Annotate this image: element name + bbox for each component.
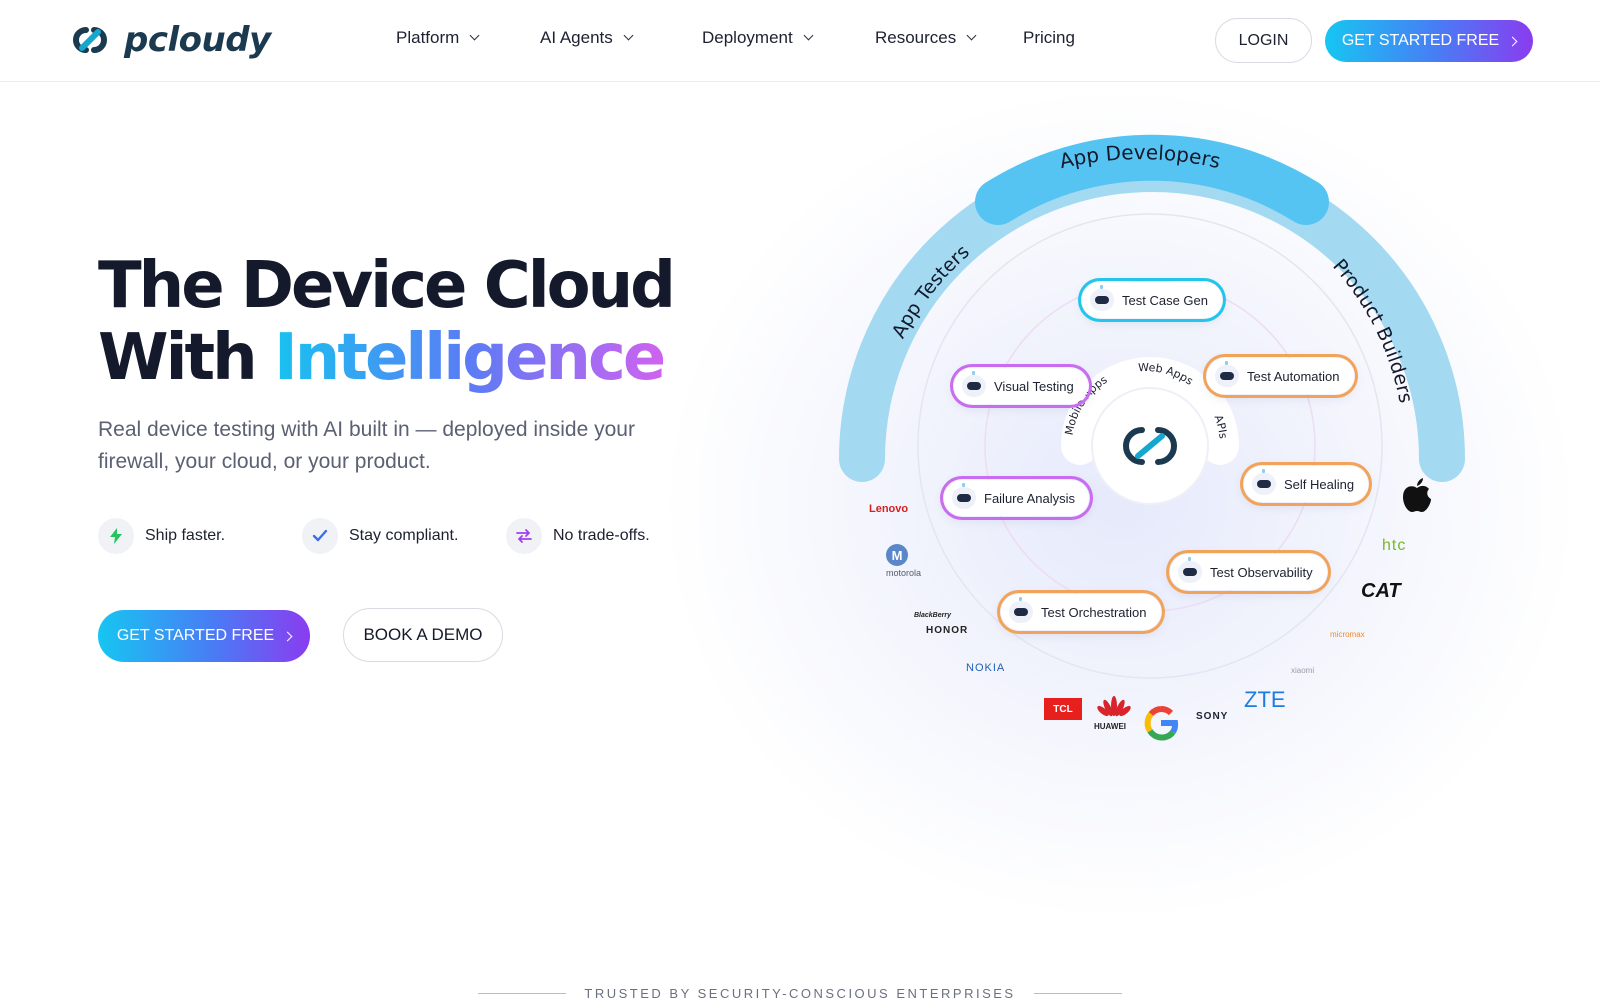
nav-item-ai-agents[interactable]: AI Agents <box>540 28 702 48</box>
agent-label: Self Healing <box>1284 476 1355 492</box>
robot-icon <box>1252 469 1276 495</box>
motorola-icon: M <box>886 544 908 566</box>
hero-get-started-button[interactable]: GET STARTED FREE <box>98 610 310 662</box>
brand-logo-sony: SONY <box>1196 711 1229 722</box>
nav-item-resources[interactable]: Resources <box>875 28 1023 48</box>
robot-icon <box>1009 597 1033 623</box>
feature-label: Stay compliant. <box>349 527 459 544</box>
book-demo-button[interactable]: BOOK A DEMO <box>343 608 503 662</box>
trusted-by-section: TRUSTED BY SECURITY-CONSCIOUS ENTERPRISE… <box>0 986 1600 1000</box>
site-header: pcloudy Platform AI Agents Deployment Re… <box>0 0 1600 82</box>
robot-icon <box>1178 557 1202 583</box>
agent-pill-failure-analysis: Failure Analysis <box>942 478 1091 518</box>
nav-item-label: Platform <box>396 28 460 47</box>
brand-logo-xiaomi: xiaomi <box>1291 666 1315 675</box>
agent-label: Test Case Gen <box>1122 292 1208 308</box>
header-get-started-label: GET STARTED FREE <box>1341 32 1500 49</box>
brand-logo-cat: CAT <box>1361 580 1401 602</box>
nav-item-label: Pricing <box>1023 28 1075 47</box>
agent-label: Test Orchestration <box>1041 604 1147 620</box>
lightning-icon <box>98 518 134 554</box>
feature-item: Stay compliant. <box>302 518 506 554</box>
agent-pill-self-healing: Self Healing <box>1242 464 1370 504</box>
brand-logo-nokia: NOKIA <box>966 662 1006 674</box>
brand-logo-motorola: motorola <box>886 568 922 578</box>
nav-item-deployment[interactable]: Deployment <box>702 28 875 48</box>
hero-title-line2-prefix: With <box>98 321 274 395</box>
agent-label: Visual Testing <box>994 378 1074 394</box>
agent-label: Failure Analysis <box>984 490 1076 506</box>
hero-subtitle: Real device testing with AI built in — d… <box>98 418 635 473</box>
feature-label: Ship faster. <box>145 527 226 544</box>
hero-get-started-label: GET STARTED FREE <box>116 627 275 644</box>
google-g-icon <box>1144 706 1179 741</box>
trusted-label: TRUSTED BY SECURITY-CONSCIOUS ENTERPRISE… <box>584 986 1016 1000</box>
feature-item: Ship faster. <box>98 518 302 554</box>
brand-logo-honor: HONOR <box>926 625 969 636</box>
robot-icon <box>1215 361 1239 387</box>
pcloudy-logo[interactable]: pcloudy <box>64 20 271 60</box>
nav-item-label: Resources <box>875 28 957 47</box>
checkmark-icon <box>302 518 338 554</box>
pcloudy-logo-icon <box>73 27 107 53</box>
brand-logo-micromax: micromax <box>1330 630 1365 639</box>
nav-item-label: AI Agents <box>540 28 613 47</box>
agent-pill-visual-testing: Visual Testing <box>952 366 1090 406</box>
apple-icon <box>1403 478 1431 512</box>
chevron-down-icon <box>469 30 480 41</box>
header-get-started-button[interactable]: GET STARTED FREE <box>1325 20 1533 62</box>
divider <box>478 993 567 994</box>
hero-title: The Device Cloud With Intelligence <box>98 249 676 395</box>
agent-pill-test-orchestration: Test Orchestration <box>999 592 1163 632</box>
robot-icon <box>1090 285 1114 311</box>
audience-arc-highlight <box>975 134 1329 225</box>
brand-logo-tcl: TCL <box>1044 698 1082 720</box>
robot-icon <box>962 371 986 397</box>
agent-label: Test Observability <box>1210 564 1313 580</box>
chevron-down-icon <box>803 30 814 41</box>
brand-logo-htc: htc <box>1382 537 1407 554</box>
hero-title-highlight: Intelligence <box>273 321 666 395</box>
chevron-right-icon <box>282 631 293 641</box>
login-button[interactable]: LOGIN <box>1215 18 1312 63</box>
divider <box>1033 993 1122 994</box>
chevron-down-icon <box>966 30 977 41</box>
nav-item-label: Deployment <box>702 28 793 47</box>
diagram-rings: App Developers App Testers Product Build… <box>839 134 1465 679</box>
nav-item-pricing[interactable]: Pricing <box>1023 28 1075 48</box>
brand-logo-lenovo: Lenovo <box>869 503 909 515</box>
agent-pill-test-automation: Test Automation <box>1205 356 1356 396</box>
feature-list: Ship faster. Stay compliant. No trade-of… <box>98 518 710 554</box>
chevron-down-icon <box>623 30 634 41</box>
swap-arrows-icon <box>506 518 542 554</box>
nav-item-platform[interactable]: Platform <box>396 28 540 48</box>
feature-label: No trade-offs. <box>553 527 650 544</box>
main-nav: Platform AI Agents Deployment Resources … <box>396 28 1075 48</box>
brand-logo-zte: ZTE <box>1244 687 1286 712</box>
brand-logo-blackberry: BlackBerry <box>914 612 951 619</box>
chevron-right-icon <box>1507 36 1518 46</box>
agent-pill-test-observability: Test Observability <box>1168 552 1329 592</box>
brand-logo-huawei: HUAWEI <box>1094 722 1126 731</box>
pcloudy-logo-text: pcloudy <box>124 20 271 60</box>
robot-icon <box>952 483 976 509</box>
device-cloud-diagram: App Developers App Testers Product Build… <box>660 84 1600 944</box>
huawei-flower-icon <box>1097 696 1131 717</box>
hero-title-line1: The Device Cloud <box>98 249 676 323</box>
agent-label: Test Automation <box>1247 368 1340 384</box>
agent-pill-test-case-gen: Test Case Gen <box>1080 280 1224 320</box>
